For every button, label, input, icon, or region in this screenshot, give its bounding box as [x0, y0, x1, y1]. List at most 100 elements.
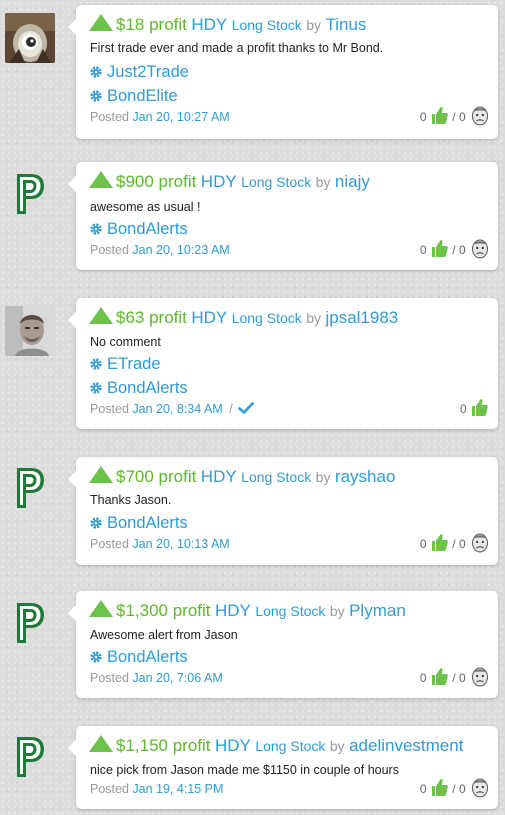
dislike-face-icon[interactable]	[471, 533, 489, 553]
username-link[interactable]: adelinvestment	[349, 736, 463, 755]
post-time-link[interactable]: Jan 20, 7:06 AM	[132, 671, 222, 685]
p-logo-avatar-icon[interactable]	[13, 734, 47, 780]
posted-label: Posted	[90, 671, 129, 685]
ticker-link[interactable]: HDY	[215, 601, 251, 620]
broker-link[interactable]: BondAlerts	[90, 219, 188, 239]
like-count: 0	[459, 402, 467, 416]
ticker-link[interactable]: HDY	[215, 736, 251, 755]
profit-up-arrow-icon	[89, 14, 113, 31]
dislike-face-icon[interactable]	[471, 778, 489, 798]
thumbs-up-icon[interactable]	[431, 533, 448, 552]
post-time-link[interactable]: Jan 20, 10:23 AM	[132, 243, 229, 257]
thumbs-up-icon[interactable]	[431, 106, 448, 125]
stock-type-link[interactable]: Long Stock	[255, 603, 325, 619]
by-label: by	[315, 174, 331, 190]
username-link[interactable]: Tinus	[325, 15, 366, 34]
dislike-face-icon[interactable]	[471, 106, 489, 126]
trade-headline: $18 profit HDY Long Stock by Tinus	[89, 14, 366, 36]
like-count: 0	[419, 537, 427, 551]
by-label: by	[315, 469, 331, 485]
profit-amount: $18 profit	[116, 15, 187, 34]
dislike-count: 0	[458, 243, 466, 257]
broker-label: BondElite	[107, 87, 178, 105]
dislike-count: 0	[458, 782, 466, 796]
post-time-link[interactable]: Jan 19, 4:15 PM	[132, 782, 223, 796]
trade-comment: nice pick from Jason made me $1150 in co…	[90, 763, 399, 777]
profit-amount: $1,150 profit	[116, 736, 211, 755]
broker-label: BondAlerts	[107, 514, 188, 532]
posted-label: Posted	[90, 782, 129, 796]
profit-amount: $900 profit	[116, 172, 197, 191]
broker-link[interactable]: BondAlerts	[90, 378, 188, 398]
trade-comment: awesome as usual !	[90, 200, 201, 214]
p-logo-avatar-icon[interactable]	[13, 465, 47, 511]
ticker-link[interactable]: HDY	[191, 308, 227, 327]
vote-separator: /	[452, 110, 456, 124]
dislike-face-icon[interactable]	[471, 667, 489, 687]
vote-separator: /	[452, 782, 456, 796]
by-label: by	[306, 310, 322, 326]
user-avatar-man[interactable]	[5, 306, 55, 356]
stock-type-link[interactable]: Long Stock	[232, 17, 302, 33]
trade-headline: $63 profit HDY Long Stock by jpsal1983	[89, 307, 398, 329]
profit-amount: $1,300 profit	[116, 601, 211, 620]
like-count: 0	[419, 243, 427, 257]
thumbs-up-icon[interactable]	[471, 398, 488, 417]
broker-link[interactable]: Just2Trade	[90, 62, 189, 82]
gear-icon	[90, 90, 102, 102]
verified-separator: /	[229, 402, 233, 416]
stock-type-link[interactable]: Long Stock	[241, 174, 311, 190]
gear-icon	[90, 223, 102, 235]
broker-label: BondAlerts	[107, 648, 188, 666]
p-logo-avatar-icon[interactable]	[13, 600, 47, 646]
trade-card: $700 profit HDY Long Stock by rayshao Th…	[68, 457, 498, 565]
username-link[interactable]: niajy	[335, 172, 370, 191]
post-time-link[interactable]: Jan 20, 10:27 AM	[132, 110, 229, 124]
ticker-link[interactable]: HDY	[191, 15, 227, 34]
thumbs-up-icon[interactable]	[431, 667, 448, 686]
trade-comment: No comment	[90, 335, 161, 349]
stock-type-link[interactable]: Long Stock	[232, 310, 302, 326]
thumbs-up-icon[interactable]	[431, 778, 448, 797]
posted-label: Posted	[90, 110, 129, 124]
vote-controls: 0 / 0	[420, 667, 489, 689]
verified-check-icon	[238, 402, 255, 414]
profit-up-arrow-icon	[89, 307, 113, 324]
trade-comment: Thanks Jason.	[90, 493, 172, 507]
gear-icon	[90, 358, 102, 370]
username-link[interactable]: jpsal1983	[325, 308, 398, 327]
broker-link[interactable]: BondElite	[90, 86, 178, 106]
stock-type-link[interactable]: Long Stock	[255, 738, 325, 754]
trade-headline: $700 profit HDY Long Stock by rayshao	[89, 466, 395, 488]
broker-label: BondAlerts	[107, 379, 188, 397]
by-label: by	[306, 17, 322, 33]
profit-up-arrow-icon	[89, 171, 113, 188]
broker-link[interactable]: ETrade	[90, 354, 161, 374]
thumbs-up-icon[interactable]	[431, 239, 448, 258]
post-time-link[interactable]: Jan 20, 10:13 AM	[132, 537, 229, 551]
username-link[interactable]: Plyman	[349, 601, 406, 620]
broker-link[interactable]: BondAlerts	[90, 647, 188, 667]
p-logo-avatar-icon[interactable]	[13, 171, 47, 217]
ticker-link[interactable]: HDY	[201, 172, 237, 191]
like-count: 0	[419, 110, 427, 124]
post-meta: Posted Jan 19, 4:15 PM	[90, 782, 223, 796]
post-meta: Posted Jan 20, 10:23 AM	[90, 243, 230, 257]
user-avatar-owl[interactable]	[5, 13, 55, 63]
username-link[interactable]: rayshao	[335, 467, 395, 486]
trade-card: $1,150 profit HDY Long Stock by adelinve…	[68, 726, 498, 809]
gear-icon	[90, 382, 102, 394]
trade-headline: $1,300 profit HDY Long Stock by Plyman	[89, 600, 406, 622]
broker-label: ETrade	[107, 355, 161, 373]
posted-label: Posted	[90, 537, 129, 551]
stock-type-link[interactable]: Long Stock	[241, 469, 311, 485]
dislike-face-icon[interactable]	[471, 239, 489, 259]
ticker-link[interactable]: HDY	[201, 467, 237, 486]
trade-feed: $18 profit HDY Long Stock by Tinus First…	[0, 0, 505, 815]
profit-amount: $700 profit	[116, 467, 197, 486]
broker-link[interactable]: BondAlerts	[90, 513, 188, 533]
posted-label: Posted	[90, 243, 129, 257]
trade-headline: $900 profit HDY Long Stock by niajy	[89, 171, 370, 193]
profit-up-arrow-icon	[89, 466, 113, 483]
post-time-link[interactable]: Jan 20, 8:34 AM	[132, 402, 222, 416]
